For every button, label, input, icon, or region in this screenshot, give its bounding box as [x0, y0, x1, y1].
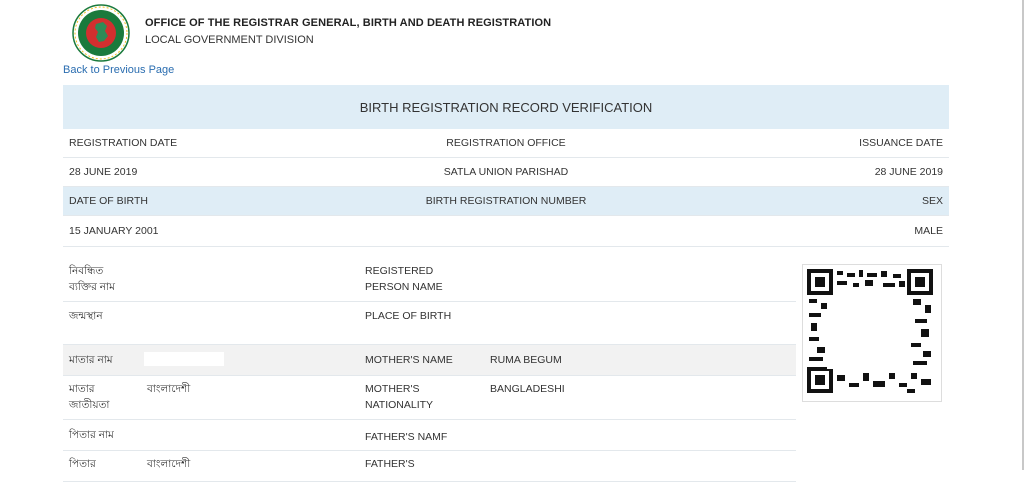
page-header: OFFICE OF THE REGISTRAR GENERAL, BIRTH A…: [72, 4, 772, 62]
mother-nationality-en-value: BANGLADESHI: [490, 383, 565, 395]
issuance-date-label: ISSUANCE DATE: [859, 137, 943, 149]
qr-code-icon: [802, 264, 942, 402]
date-of-birth-label: DATE OF BIRTH: [69, 195, 148, 207]
registered-name-en-label-line2: PERSON NAME: [365, 281, 443, 293]
mother-name-en-value: RUMA BEGUM: [490, 354, 562, 366]
registered-name-bn-label-line1: নিবন্ধিত: [69, 265, 104, 277]
mother-nationality-row: মাতার জাতীয়তা বাংলাদেশী MOTHER'S NATION…: [63, 376, 796, 420]
verification-record: BIRTH REGISTRATION RECORD VERIFICATION R…: [63, 85, 949, 247]
record-labels-row-1: REGISTRATION DATE REGISTRATION OFFICE IS…: [63, 129, 949, 158]
mother-name-bn-redacted: [144, 352, 224, 366]
mother-nationality-bn-label-line2: জাতীয়তা: [69, 399, 110, 411]
qr-code-graphic: [807, 269, 933, 393]
father-name-bn-redacted: [142, 420, 274, 447]
registration-date-value: 28 JUNE 2019: [69, 166, 138, 178]
bangladesh-seal-icon: [72, 4, 130, 62]
place-of-birth-row: জন্মস্থান PLACE OF BIRTH: [63, 302, 796, 345]
place-of-birth-bn-label: জন্মস্থান: [69, 310, 103, 322]
record-values-row-2: 15 JANUARY 2001 MALE: [63, 216, 949, 247]
mother-name-bn-label: মাতার নাম: [69, 354, 113, 366]
record-heading: BIRTH REGISTRATION RECORD VERIFICATION: [63, 85, 949, 129]
mother-nationality-bn-value: বাংলাদেশী: [147, 383, 191, 395]
mother-nationality-en-label-line2: NATIONALITY: [365, 399, 434, 411]
registration-date-label: REGISTRATION DATE: [69, 137, 178, 149]
person-details: নিবন্ধিত ব্যক্তির নাম REGISTERED PERSON …: [63, 258, 796, 482]
registered-name-bn-redacted: [144, 264, 249, 278]
mother-name-row: মাতার নাম MOTHER'S NAME RUMA BEGUM: [63, 345, 796, 376]
record-labels-row-2: DATE OF BIRTH BIRTH REGISTRATION NUMBER …: [63, 187, 949, 216]
father-name-en-redacted: [477, 425, 667, 449]
record-values-row-1: 28 JUNE 2019 SATLA UNION PARISHAD 28 JUN…: [63, 158, 949, 187]
father-nationality-row: পিতার বাংলাদেশী FATHER'S: [63, 451, 796, 482]
father-name-en-label: FATHER'S NAMF: [365, 431, 448, 443]
mother-nationality-bn-label-line1: মাতার: [69, 383, 95, 395]
division-subtitle: LOCAL GOVERNMENT DIVISION: [145, 34, 314, 46]
registered-name-row: নিবন্ধিত ব্যক্তির নাম REGISTERED PERSON …: [63, 258, 796, 302]
place-of-birth-en-label: PLACE OF BIRTH: [365, 310, 452, 322]
sex-label: SEX: [921, 195, 943, 207]
father-name-row: পিতার নাম FATHER'S NAMF: [63, 420, 796, 451]
registered-name-en-redacted: [485, 264, 605, 278]
registered-name-en-label-line1: REGISTERED: [365, 265, 434, 277]
registered-name-bn-label-line2: ব্যক্তির নাম: [69, 281, 115, 293]
father-name-bn-label: পিতার নাম: [69, 429, 114, 441]
office-title: OFFICE OF THE REGISTRAR GENERAL, BIRTH A…: [145, 17, 552, 29]
mother-nationality-en-label-line1: MOTHER'S: [365, 383, 420, 395]
back-to-previous-page-link[interactable]: Back to Previous Page: [63, 64, 174, 76]
mother-name-en-label: MOTHER'S NAME: [365, 354, 453, 366]
place-of-birth-en-redacted: [486, 310, 772, 338]
date-of-birth-value: 15 JANUARY 2001: [69, 225, 159, 237]
issuance-date-value: 28 JUNE 2019: [874, 166, 943, 178]
place-of-birth-bn-redacted: [138, 310, 330, 338]
birth-registration-number-redacted: [479, 222, 593, 236]
